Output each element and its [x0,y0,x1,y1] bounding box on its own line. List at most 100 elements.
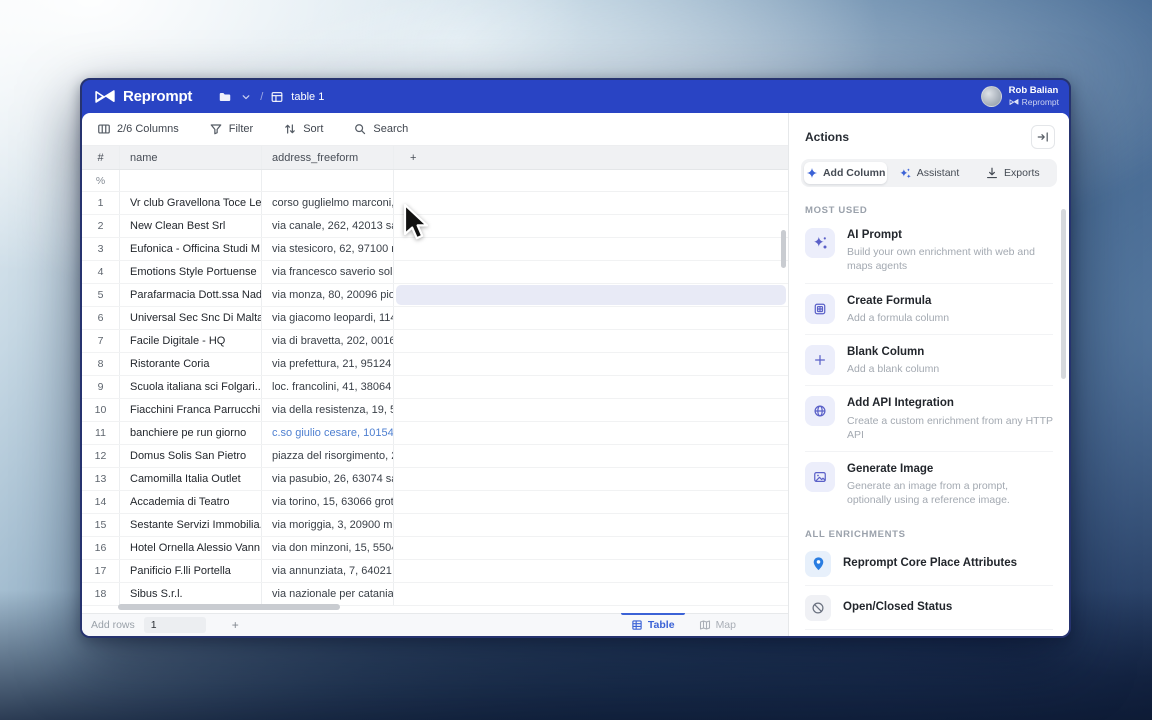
action-item-websites[interactable]: Websites [805,630,1053,636]
cell-empty[interactable] [394,376,788,398]
cell-address[interactable]: via pasubio, 26, 63074 san... [262,468,394,490]
cell-name[interactable]: Hotel Ornella Alessio Vann... [120,537,262,559]
cell-name[interactable]: Fiacchini Franca Parrucchi... [120,399,262,421]
cell-empty[interactable] [394,583,788,605]
table-row[interactable]: 16Hotel Ornella Alessio Vann...via don m… [82,537,788,560]
cell-address[interactable]: via don minzoni, 15, 55043... [262,537,394,559]
column-header-name[interactable]: name [120,146,262,169]
cell-name[interactable]: Parafarmacia Dott.ssa Nad... [120,284,262,306]
chevron-down-icon[interactable] [239,90,253,104]
action-item-ai-prompt[interactable]: AI PromptBuild your own enrichment with … [805,218,1053,284]
add-column-button[interactable]: + [394,146,788,169]
cell-name[interactable]: Camomilla Italia Outlet [120,468,262,490]
action-item-generate-image[interactable]: Generate ImageGenerate an image from a p… [805,452,1053,517]
cell-empty[interactable] [394,468,788,490]
cell-address[interactable]: via moriggia, 3, 20900 mo... [262,514,394,536]
search-button[interactable]: Search [353,122,408,136]
table-row[interactable]: 1Vr club Gravellona Toce Le...corso gugl… [82,192,788,215]
table-name[interactable]: table 1 [291,91,324,103]
cell-name[interactable]: Emotions Style Portuense [120,261,262,283]
table-row[interactable]: 10Fiacchini Franca Parrucchi...via della… [82,399,788,422]
sort-button[interactable]: Sort [283,122,323,136]
cell-name[interactable]: Facile Digitale - HQ [120,330,262,352]
table-row[interactable]: 15Sestante Servizi Immobilia...via morig… [82,514,788,537]
cell-name[interactable]: Universal Sec Snc Di Malta... [120,307,262,329]
app-logo[interactable]: Reprompt [94,88,192,105]
cell-name[interactable]: Domus Solis San Pietro [120,445,262,467]
cell-empty[interactable] [394,399,788,421]
view-tab-table[interactable]: Table [621,614,685,636]
table-row[interactable]: 12Domus Solis San Pietropiazza del risor… [82,445,788,468]
tab-add-column[interactable]: Add Column [804,162,887,184]
cell-address[interactable]: via annunziata, 7, 64021 gi... [262,560,394,582]
action-item-reprompt-core-place-attributes[interactable]: Reprompt Core Place Attributes [805,542,1053,586]
column-header-address[interactable]: address_freeform [262,146,394,169]
cell-name[interactable]: Sibus S.r.l. [120,583,262,605]
cell-address[interactable]: via stesicoro, 62, 97100 ra... [262,238,394,260]
action-item-create-formula[interactable]: Create FormulaAdd a formula column [805,284,1053,335]
cell-name[interactable]: Ristorante Coria [120,353,262,375]
table-row[interactable]: 14Accademia di Teatrovia torino, 15, 630… [82,491,788,514]
view-tab-map[interactable]: Map [689,614,746,636]
cell-empty[interactable] [394,261,788,283]
cell-address[interactable]: c.so giulio cesare, 10154, 2... [262,422,394,444]
cell-name[interactable]: Eufonica - Officina Studi M... [120,238,262,260]
action-item-add-api-integration[interactable]: Add API IntegrationCreate a custom enric… [805,386,1053,452]
filter-button[interactable]: Filter [209,122,253,136]
cell-address[interactable]: piazza del risorgimento, 20... [262,445,394,467]
cell-address[interactable]: via giacomo leopardi, 114, ... [262,307,394,329]
cell-empty[interactable] [394,422,788,444]
cell-address[interactable]: via torino, 15, 63066 grotta... [262,491,394,513]
cell-address[interactable]: via canale, 262, 42013 san... [262,215,394,237]
cell-empty[interactable] [394,445,788,467]
cell-name[interactable]: Accademia di Teatro [120,491,262,513]
cell-empty[interactable] [394,192,788,214]
cell-empty[interactable] [394,215,788,237]
cell-empty[interactable] [394,491,788,513]
cell-empty[interactable] [394,307,788,329]
cell-empty[interactable] [394,560,788,582]
table-row[interactable]: 2New Clean Best Srlvia canale, 262, 4201… [82,215,788,238]
tab-assistant[interactable]: Assistant [887,162,970,184]
cell-empty[interactable] [394,353,788,375]
cell-name[interactable]: banchiere pe run giorno [120,422,262,444]
cell-address[interactable]: via francesco saverio solar... [262,261,394,283]
table-row[interactable]: 3Eufonica - Officina Studi M...via stesi… [82,238,788,261]
column-header-index[interactable]: # [82,146,120,169]
cell-address[interactable]: via prefettura, 21, 95124 ca... [262,353,394,375]
table-row[interactable]: 18Sibus S.r.l.via nazionale per catania,… [82,583,788,606]
table-row[interactable]: 17Panificio F.lli Portellavia annunziata… [82,560,788,583]
table-row[interactable]: 4Emotions Style Portuensevia francesco s… [82,261,788,284]
cell-name[interactable]: Panificio F.lli Portella [120,560,262,582]
action-item-blank-column[interactable]: Blank ColumnAdd a blank column [805,335,1053,386]
columns-button[interactable]: 2/6 Columns [97,122,179,136]
cell-empty[interactable] [394,514,788,536]
add-rows-button[interactable]: + [232,619,239,631]
rows-count-input[interactable] [144,617,206,633]
cell-empty[interactable] [394,238,788,260]
action-item-open-closed-status[interactable]: Open/Closed Status [805,586,1053,630]
table-row[interactable]: 9Scuola italiana sci Folgari...loc. fran… [82,376,788,399]
cell-address[interactable]: corso guglielmo marconi, ... [262,192,394,214]
horizontal-scrollbar[interactable] [118,604,340,610]
cell-address[interactable]: loc. francolini, 41, 38064 f... [262,376,394,398]
vertical-scrollbar[interactable] [781,230,786,268]
collapse-panel-button[interactable] [1031,125,1055,149]
table-row[interactable]: 6Universal Sec Snc Di Malta...via giacom… [82,307,788,330]
table-row[interactable]: 11banchiere pe run giornoc.so giulio ces… [82,422,788,445]
cell-empty[interactable] [394,537,788,559]
cell-empty[interactable] [394,284,788,306]
cell-address[interactable]: via di bravetta, 202, 00164 ... [262,330,394,352]
avatar[interactable] [981,86,1002,107]
tab-exports[interactable]: Exports [971,162,1054,184]
panel-scrollbar[interactable] [1061,209,1066,379]
folder-icon[interactable] [218,90,232,104]
cell-address[interactable]: via della resistenza, 19, 50... [262,399,394,421]
cell-name[interactable]: Vr club Gravellona Toce Le... [120,192,262,214]
table-row[interactable]: 13Camomilla Italia Outletvia pasubio, 26… [82,468,788,491]
cell-name[interactable]: Sestante Servizi Immobilia... [120,514,262,536]
cell-address[interactable]: via monza, 80, 20096 piolt... [262,284,394,306]
cell-address[interactable]: via nazionale per catania, 2... [262,583,394,605]
cell-name[interactable]: Scuola italiana sci Folgari... [120,376,262,398]
table-row[interactable]: 8Ristorante Coriavia prefettura, 21, 951… [82,353,788,376]
